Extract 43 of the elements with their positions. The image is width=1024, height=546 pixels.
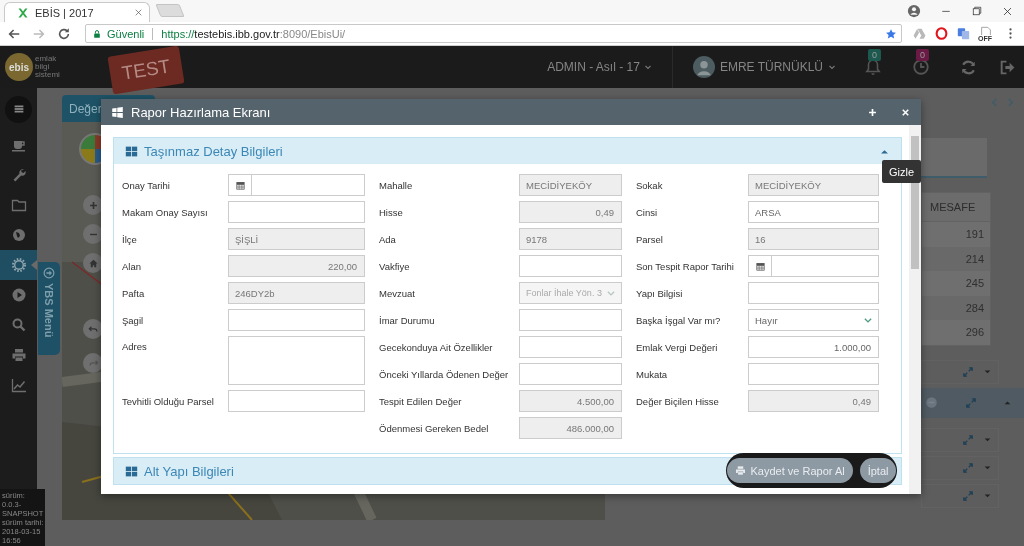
table-cell: 245	[965, 277, 984, 290]
field-label: Makam Onay Sayısı	[122, 206, 209, 218]
notification-count: 0	[868, 49, 881, 61]
logo: ebis	[5, 53, 33, 81]
url-text: https://testebis.ibb.gov.tr:8090/EbisUi/	[161, 27, 347, 40]
table-cell: 296	[965, 326, 984, 339]
section-title: Taşınmaz Detay Bilgileri	[144, 143, 283, 159]
field-label: Cinsi	[636, 206, 659, 218]
column-header: MESAFE	[930, 201, 976, 213]
field-label: Adres	[122, 340, 148, 352]
tooltip: Gizle	[882, 160, 921, 183]
section-title: Alt Yapı Bilgileri	[144, 463, 234, 479]
field-label: Mahalle	[379, 179, 414, 191]
field-label: Önceki Yıllarda Ödenen Değer	[379, 368, 510, 380]
field-label: Ada	[379, 233, 397, 245]
field-label: Vakfiye	[379, 260, 411, 272]
pending-count: 0	[916, 49, 929, 61]
field-label: Mukata	[636, 368, 669, 380]
field-label: İlçe	[122, 233, 138, 245]
field-label: Şagil	[122, 314, 145, 326]
field-label: Gecekonduya Ait Özellikler	[379, 341, 494, 353]
field-label: Hisse	[379, 206, 404, 218]
field-label: Alan	[122, 260, 142, 272]
field-label: Pafta	[122, 287, 146, 299]
field-label: Başka İşgal Var mı?	[636, 314, 722, 326]
table-cell: 214	[965, 252, 984, 265]
field-label: Ödenmesi Gereken Bedel	[379, 422, 490, 434]
logo-caption: emlak bilgi sistemi	[35, 55, 60, 79]
table-cell: 284	[965, 301, 984, 314]
field-label: Sokak	[636, 179, 664, 191]
field-label: Tevhitli Olduğu Parsel	[122, 395, 215, 407]
field-label: Mevzuat	[379, 287, 416, 299]
field-label: Tespit Edilen Değer	[379, 395, 463, 407]
field-label: Son Tespit Rapor Tarihi	[636, 260, 735, 272]
field-label: Onay Tarihi	[122, 179, 171, 191]
field-label: Yapı Bilgisi	[636, 287, 684, 299]
secure-label: Güvenli	[107, 27, 145, 40]
field-label: İmar Durumu	[379, 314, 436, 326]
modal-title: Rapor Hazırlama Ekranı	[131, 104, 272, 120]
table-cell: 191	[965, 228, 984, 241]
field-label: Değer Biçilen Hisse	[636, 395, 720, 407]
field-label: Emlak Vergi Değeri	[636, 341, 719, 353]
field-label: Parsel	[636, 233, 664, 245]
